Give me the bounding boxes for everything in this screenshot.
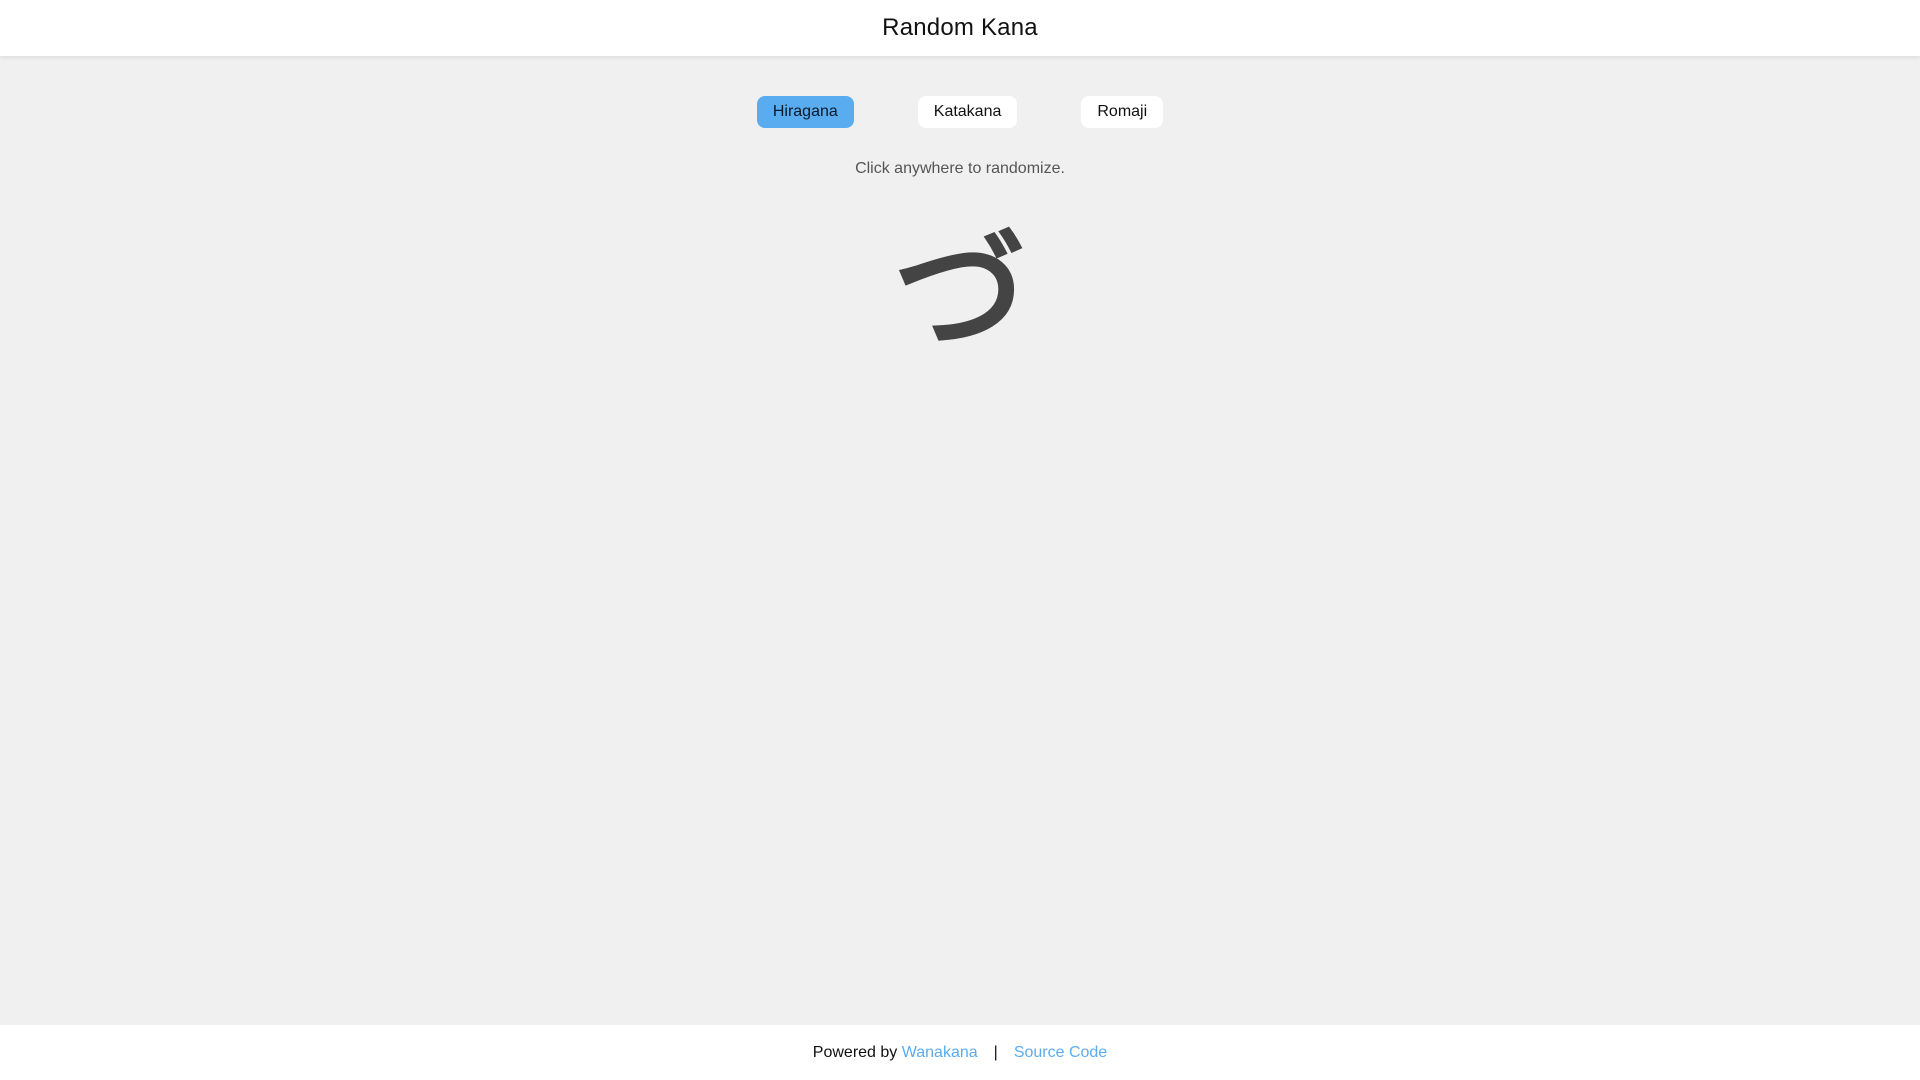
hiragana-button[interactable]: Hiragana [756, 96, 854, 128]
page-title: Random Kana [882, 14, 1038, 41]
kana-display[interactable]: づ [0, 218, 1920, 368]
mode-toggle-group: Hiragana Katakana Romaji [0, 96, 1920, 128]
footer-separator: | [993, 1043, 998, 1061]
romaji-button[interactable]: Romaji [1081, 96, 1164, 128]
katakana-button[interactable]: Katakana [917, 96, 1018, 128]
powered-by-label: Powered by [812, 1043, 898, 1061]
source-code-link[interactable]: Source Code [1014, 1044, 1107, 1062]
footer: Powered by Wanakana | Source Code [0, 1025, 1920, 1080]
wanakana-link[interactable]: Wanakana [902, 1044, 978, 1062]
app-header: Random Kana [0, 0, 1920, 56]
randomize-hint: Click anywhere to randomize. [855, 160, 1065, 177]
